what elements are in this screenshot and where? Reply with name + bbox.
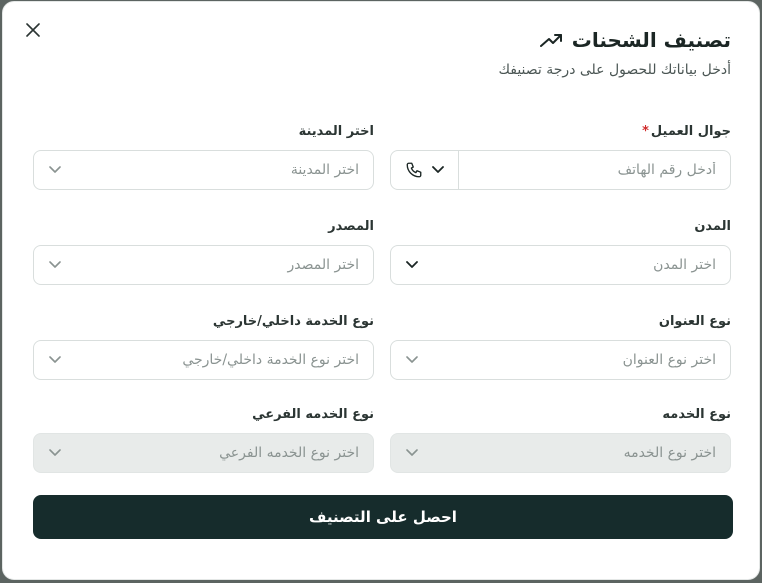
city-select[interactable]: اختر المدينة [33,150,374,190]
customer-phone-control [390,150,731,190]
chevron-down-icon [405,446,419,460]
service-scope-placeholder: اختر نوع الخدمة داخلي/خارجي [182,352,359,368]
source-select[interactable]: اختر المصدر [33,245,374,285]
customer-phone-label: جوال العميل* [642,124,731,139]
address-type-field: نوع العنوان اختر نوع العنوان [390,313,731,380]
required-mark: * [642,124,649,139]
city-label: اختر المدينة [298,124,374,139]
modal-subtitle: أدخل بياناتك للحصول على درجة تصنيفك [498,62,731,78]
cities-label: المدن [694,219,731,234]
sub-service-type-select[interactable]: اختر نوع الخدمه الفرعي [33,433,374,473]
city-field: اختر المدينة اختر المدينة [33,123,374,190]
service-type-field: نوع الخدمه اختر نوع الخدمه [390,406,731,473]
service-scope-field: نوع الخدمة داخلي/خارجي اختر نوع الخدمة د… [33,313,374,380]
cities-select[interactable]: اختر المدن [390,245,731,285]
source-placeholder: اختر المصدر [287,257,359,273]
sub-service-type-label: نوع الخدمه الفرعي [252,407,374,422]
source-label: المصدر [328,219,374,234]
cities-field: المدن اختر المدن [390,218,731,285]
chevron-down-icon [405,353,419,367]
chevron-down-icon [48,163,62,177]
chevron-down-icon [48,258,62,272]
service-type-select[interactable]: اختر نوع الخدمه [390,433,731,473]
customer-phone-field: جوال العميل* [390,123,731,190]
address-type-label: نوع العنوان [658,314,731,329]
service-type-label: نوع الخدمه [662,407,731,422]
cities-placeholder: اختر المدن [653,257,716,273]
chevron-down-icon [431,163,445,177]
service-scope-label: نوع الخدمة داخلي/خارجي [212,314,374,329]
trending-up-icon [539,33,562,47]
city-placeholder: اختر المدينة [290,162,359,178]
sub-service-type-field: نوع الخدمه الفرعي اختر نوع الخدمه الفرعي [33,406,374,473]
phone-country-selector[interactable] [391,151,459,189]
chevron-down-icon [48,446,62,460]
chevron-down-icon [48,353,62,367]
get-classification-button[interactable]: احصل على التصنيف [33,495,733,539]
service-scope-select[interactable]: اختر نوع الخدمة داخلي/خارجي [33,340,374,380]
address-type-placeholder: اختر نوع العنوان [622,352,716,368]
close-icon[interactable] [21,18,45,42]
shipment-classification-modal: تصنيف الشحنات أدخل بياناتك للحصول على در… [2,1,760,580]
source-field: المصدر اختر المصدر [33,218,374,285]
modal-title: تصنيف الشحنات [571,28,731,52]
phone-icon [405,161,423,179]
chevron-down-icon [405,258,419,272]
phone-input[interactable] [459,151,730,189]
service-type-placeholder: اختر نوع الخدمه [623,445,716,461]
modal-header: تصنيف الشحنات أدخل بياناتك للحصول على در… [498,28,731,78]
sub-service-type-placeholder: اختر نوع الخدمه الفرعي [219,445,359,461]
address-type-select[interactable]: اختر نوع العنوان [390,340,731,380]
